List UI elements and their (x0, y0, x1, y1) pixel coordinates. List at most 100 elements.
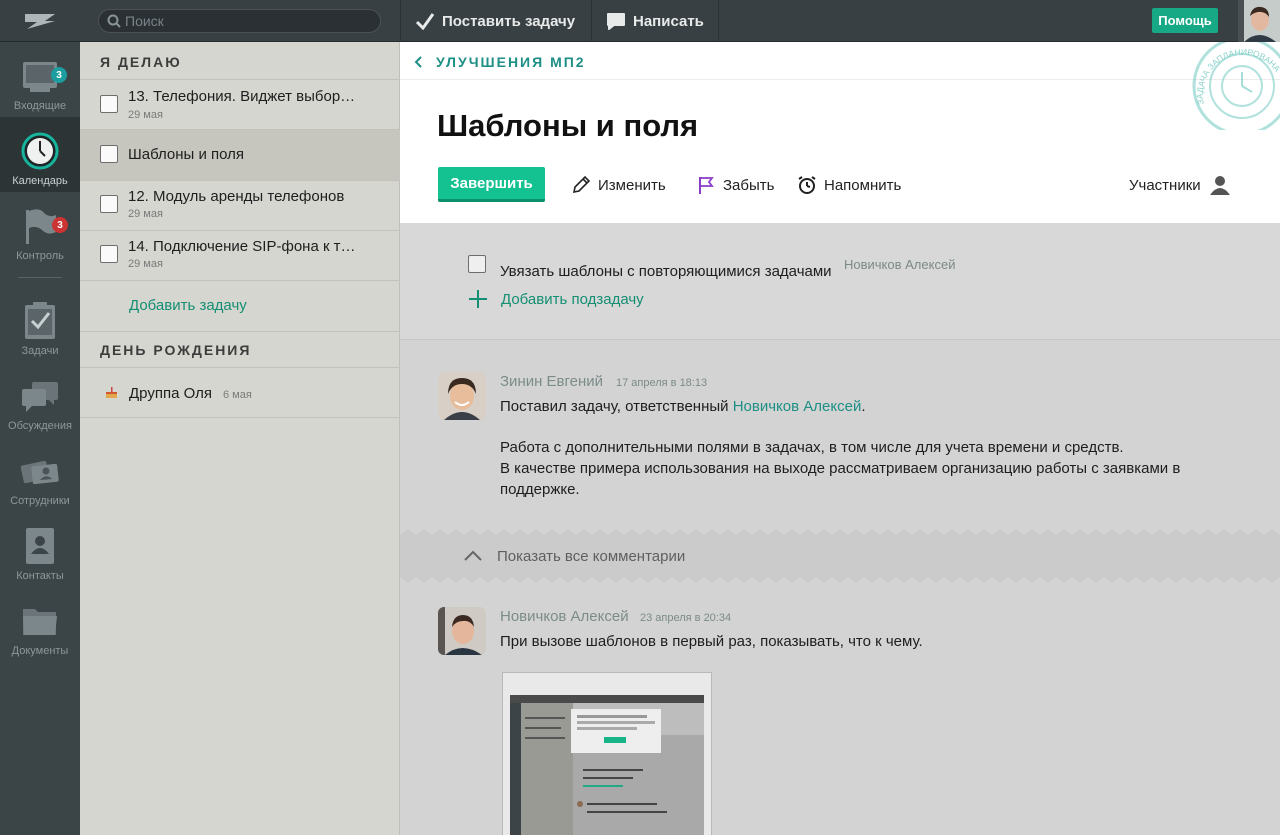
breadcrumb[interactable]: УЛУЧШЕНИЯ МП2 (414, 54, 586, 70)
subtask-checkbox[interactable] (468, 255, 486, 273)
inbox-badge: 3 (51, 67, 67, 83)
divider (400, 529, 1280, 535)
task-date: 29 мая (128, 109, 163, 121)
sidebar-item-label: Входящие (13, 100, 67, 112)
task-title: 12. Модуль аренды телефонов (128, 188, 345, 205)
sidebar-item-label: Календарь (12, 175, 68, 187)
user-avatar[interactable] (1238, 0, 1280, 42)
forget-label: Забыть (723, 176, 775, 194)
search-input[interactable] (125, 13, 365, 29)
search-box[interactable] (98, 9, 381, 33)
task-detail: УЛУЧШЕНИЯ МП2 Шаблоны и поля Завершить И… (400, 42, 1280, 835)
task-date: 29 мая (128, 258, 163, 270)
sidebar-divider (18, 277, 62, 278)
sidebar-item-label: Контакты (16, 570, 64, 582)
comment-author[interactable]: Новичков Алексей (500, 608, 629, 625)
scheduled-stamp-icon: ЗАДАЧА ЗАПЛАНИРОВАНА (1192, 42, 1280, 130)
task-row-selected[interactable]: Шаблоны и поля (80, 130, 400, 181)
task-row[interactable]: 13. Телефония. Виджет выбор… 29 мая (80, 79, 400, 130)
remind-label: Напомнить (824, 176, 902, 194)
edit-button[interactable]: Изменить (571, 174, 666, 196)
avatar[interactable] (438, 372, 486, 420)
subtask-author: Новичков Алексей (844, 257, 956, 272)
attachment-thumbnail[interactable] (502, 672, 712, 835)
page-title: Шаблоны и поля (437, 108, 699, 143)
sidebar-item-label: Контроль (16, 250, 64, 262)
clock-icon (21, 132, 59, 170)
subtask-text[interactable]: Увязать шаблоны с повторяющимися задачам… (500, 263, 832, 280)
participants-label: Участники (1129, 176, 1201, 194)
add-task-link[interactable]: Добавить задачу (129, 297, 247, 314)
comment-author[interactable]: Зинин Евгений (500, 373, 603, 390)
sidebar-item-label: Сотрудники (10, 495, 70, 507)
subtasks-section: Увязать шаблоны с повторяющимися задачам… (400, 223, 1280, 340)
alarm-clock-icon (798, 176, 816, 194)
write-button[interactable]: Написать (591, 0, 719, 42)
stamp-text: ЗАДАЧА ЗАПЛАНИРОВАНА (1195, 47, 1280, 106)
task-list-panel: Я ДЕЛАЮ 13. Телефония. Виджет выбор… 29 … (80, 42, 400, 835)
divider (400, 79, 1280, 80)
birthday-name: Друппа Оля (129, 385, 212, 402)
task-checkbox[interactable] (100, 95, 118, 113)
forget-button[interactable]: Забыть (696, 174, 774, 196)
cake-icon (106, 387, 117, 398)
assignee-link[interactable]: Новичков Алексей (733, 398, 862, 415)
task-title: 13. Телефония. Виджет выбор… (128, 88, 356, 105)
task-checkbox[interactable] (100, 145, 118, 163)
task-title: 14. Подключение SIP-фона к т… (128, 238, 356, 255)
sidebar-item-tasks[interactable]: Задачи (0, 287, 80, 362)
control-badge: 3 (52, 217, 68, 233)
show-all-comments-button[interactable]: Показать все комментарии (400, 535, 1280, 577)
avatar[interactable] (438, 607, 486, 655)
help-button[interactable]: Помощь (1152, 8, 1218, 33)
task-checkbox[interactable] (100, 195, 118, 213)
search-icon (107, 14, 121, 28)
add-subtask-label: Добавить подзадачу (501, 290, 644, 308)
comment-date: 17 апреля в 18:13 (616, 377, 708, 389)
sidebar-item-label: Обсуждения (8, 420, 72, 432)
set-task-button[interactable]: Поставить задачу (400, 0, 591, 42)
edit-label: Изменить (598, 176, 666, 194)
sidebar-item-control[interactable]: 3 Контроль (0, 192, 80, 267)
remind-button[interactable]: Напомнить (797, 174, 901, 196)
sidebar-item-calendar[interactable]: Календарь (0, 117, 80, 192)
sidebar-nav: 3 Входящие Календарь 3 Контроль Задачи О… (0, 42, 80, 835)
finish-button[interactable]: Завершить (438, 167, 545, 202)
task-date: 29 мая (128, 208, 163, 220)
pencil-icon (572, 175, 591, 194)
sidebar-item-documents[interactable]: Документы (0, 587, 80, 662)
checkmark-icon (415, 13, 435, 30)
employees-icon (20, 460, 59, 485)
chevron-left-icon (414, 56, 422, 68)
task-row[interactable]: 12. Модуль аренды телефонов 29 мая (80, 181, 400, 231)
participants-button[interactable]: Участники (1129, 174, 1238, 196)
sidebar-item-inbox[interactable]: 3 Входящие (0, 42, 80, 117)
sidebar-item-label: Документы (11, 645, 69, 657)
add-subtask-link[interactable]: Добавить подзадачу (468, 289, 644, 309)
task-title: Шаблоны и поля (128, 146, 245, 163)
task-row[interactable]: 14. Подключение SIP-фона к т… 29 мая (80, 231, 400, 281)
task-header: УЛУЧШЕНИЯ МП2 Шаблоны и поля Завершить И… (400, 42, 1280, 223)
chevron-up-icon (464, 550, 482, 561)
logo-icon[interactable] (0, 0, 80, 42)
sidebar-item-employees[interactable]: Сотрудники (0, 437, 80, 512)
comment-body-line: Работа с дополнительными полями в задача… (500, 439, 1124, 456)
sidebar-item-discussions[interactable]: Обсуждения (0, 362, 80, 437)
contacts-icon (26, 528, 54, 564)
person-icon (1209, 176, 1230, 195)
doing-header: Я ДЕЛАЮ (100, 54, 182, 70)
birthday-row[interactable]: Друппа Оля 6 мая (80, 367, 400, 418)
discussions-icon (22, 382, 58, 412)
speech-bubble-icon (607, 13, 625, 30)
comment-body-line: В качестве примера использования на выхо… (500, 460, 1181, 498)
sidebar-item-label: Задачи (21, 345, 59, 357)
folder-icon (23, 609, 57, 635)
tasks-icon (25, 302, 55, 339)
set-task-label: Поставить задачу (442, 12, 576, 30)
birthday-date: 6 мая (223, 389, 252, 401)
sidebar-item-contacts[interactable]: Контакты (0, 512, 80, 587)
flag-icon (699, 177, 714, 194)
divider (80, 331, 400, 332)
comment-text: Поставил задачу, ответственный Новичков … (500, 398, 866, 415)
task-checkbox[interactable] (100, 245, 118, 263)
